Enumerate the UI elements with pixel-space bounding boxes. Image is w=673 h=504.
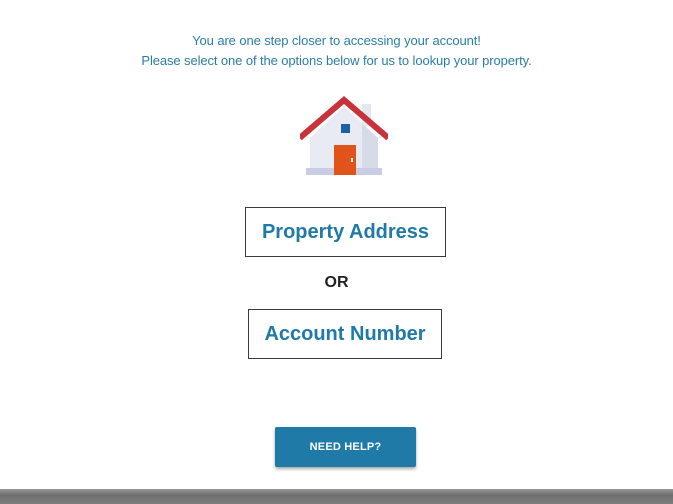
property-address-button[interactable]: Property Address	[245, 207, 446, 257]
intro-line-1: You are one step closer to accessing you…	[192, 33, 481, 48]
need-help-button[interactable]: NEED HELP?	[275, 427, 416, 467]
lookup-page: You are one step closer to accessing you…	[0, 0, 673, 504]
or-separator: OR	[324, 274, 349, 291]
intro-line-2: Please select one of the options below f…	[141, 53, 532, 68]
bottom-shadow-bar	[0, 489, 673, 504]
intro-message: You are one step closer to accessing you…	[0, 31, 673, 71]
house-icon	[300, 96, 388, 175]
account-number-button[interactable]: Account Number	[248, 309, 442, 359]
